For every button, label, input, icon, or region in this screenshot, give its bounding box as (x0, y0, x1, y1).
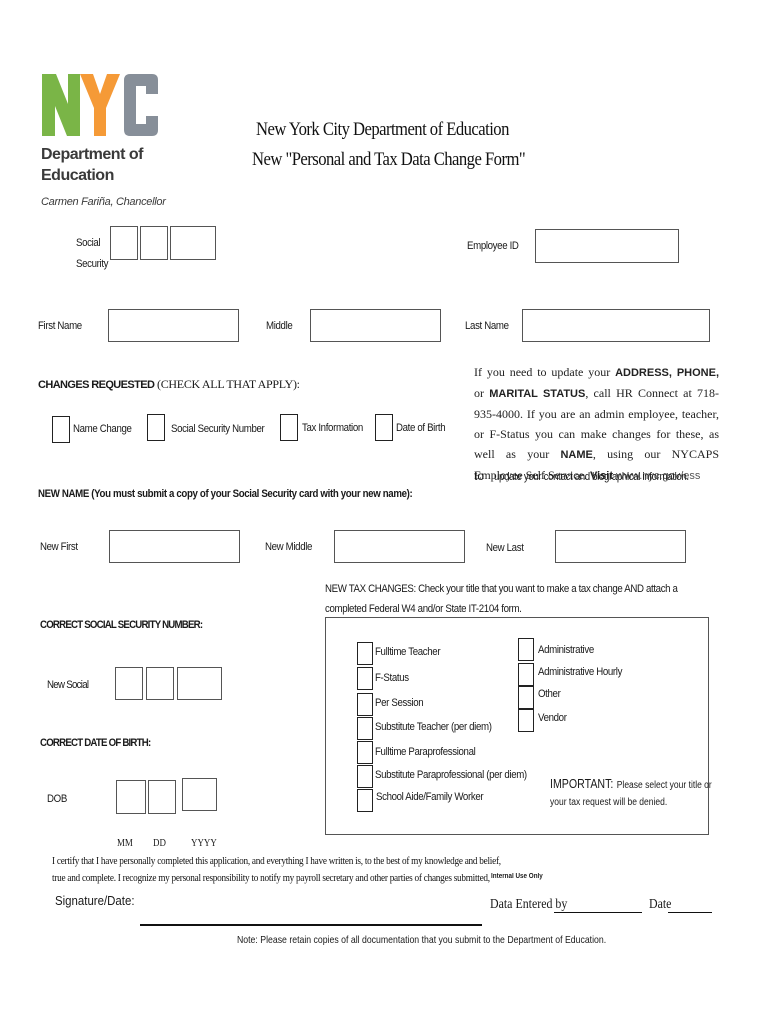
tax-f-status-label: F-Status (375, 672, 409, 684)
new-ssn-part2-input[interactable] (146, 667, 174, 700)
tax-substitute-para-checkbox[interactable] (357, 765, 373, 788)
form-title-line1: New York City Department of Education (256, 120, 509, 140)
new-middle-label: New Middle (265, 541, 313, 553)
ssn-change-label: Social Security Number (171, 423, 265, 435)
dob-change-checkbox[interactable] (375, 414, 393, 441)
correct-ssn-heading: CORRECT SOCIAL SECURITY NUMBER: (40, 619, 203, 631)
certification-line1: I certify that I have personally complet… (52, 856, 501, 867)
employee-id-label: Employee ID (467, 240, 519, 252)
tax-other-checkbox[interactable] (518, 686, 534, 709)
tax-substitute-para-label: Substitute Paraprofessional (per diem) (375, 769, 527, 781)
new-name-heading: NEW NAME (You must submit a copy of your… (38, 488, 413, 500)
important-text: Please select your title or (616, 780, 712, 791)
signature-label: Signature/Date: (55, 893, 135, 908)
tax-school-aide-label: School Aide/Family Worker (376, 791, 484, 803)
dob-change-label: Date of Birth (396, 422, 446, 434)
info-line-to: to update your contact and biographical … (474, 467, 715, 485)
last-name-label: Last Name (465, 320, 509, 332)
middle-name-input[interactable] (310, 309, 441, 342)
signature-line[interactable] (140, 924, 482, 926)
form-title-line2: New "Personal and Tax Data Change Form" (252, 150, 526, 170)
data-entered-label: Data Entered by (490, 897, 568, 912)
employee-id-input[interactable] (535, 229, 679, 263)
internal-date-line (668, 912, 712, 913)
tax-fulltime-para-checkbox[interactable] (357, 741, 373, 764)
dob-label: DOB (47, 793, 67, 805)
first-name-input[interactable] (108, 309, 239, 342)
info-text: or (474, 386, 490, 400)
nyc-logo-mark (42, 74, 158, 136)
new-first-input[interactable] (109, 530, 240, 563)
ssn-part3-input[interactable] (170, 226, 216, 260)
tax-info-label: Tax Information (302, 422, 363, 434)
tax-info-checkbox[interactable] (280, 414, 298, 441)
new-last-input[interactable] (555, 530, 686, 563)
changes-requested-heading: CHANGES REQUESTED (CHECK ALL THAT APPLY)… (38, 375, 300, 393)
tax-fulltime-para-label: Fulltime Paraprofessional (375, 746, 476, 758)
logo-letter-n (42, 74, 80, 136)
dob-month-input[interactable] (116, 780, 146, 814)
name-change-checkbox[interactable] (52, 416, 70, 443)
tax-other-label: Other (538, 688, 561, 700)
new-ssn-part3-input[interactable] (177, 667, 222, 700)
new-last-label: New Last (486, 542, 524, 554)
tax-administrative-checkbox[interactable] (518, 638, 534, 661)
info-update-text: update your contact and biographical inf… (494, 471, 689, 483)
tax-vendor-checkbox[interactable] (518, 709, 534, 732)
logo-chancellor: Carmen Fariña, Chancellor (41, 196, 166, 208)
name-change-label: Name Change (73, 423, 132, 435)
info-bold-name: NAME (560, 449, 593, 461)
new-social-label: New Social (47, 679, 89, 691)
tax-school-aide-checkbox[interactable] (357, 789, 373, 812)
info-to: to (474, 469, 485, 483)
new-middle-input[interactable] (334, 530, 465, 563)
middle-name-label: Middle (266, 320, 293, 332)
important-label: IMPORTANT: (550, 777, 614, 791)
tax-substitute-teacher-label: Substitute Teacher (per diem) (375, 721, 492, 733)
tax-per-session-checkbox[interactable] (357, 693, 373, 716)
retention-note: Note: Please retain copies of all docume… (237, 934, 607, 946)
logo-department-line1: Department of (41, 146, 143, 163)
correct-dob-heading: CORRECT DATE OF BIRTH: (40, 737, 151, 749)
ssn-label-line1: Social (76, 237, 101, 249)
internal-use-label: Internal Use Only (491, 873, 543, 880)
dob-yyyy-caption: YYYY (191, 838, 217, 849)
last-name-input[interactable] (522, 309, 710, 342)
new-ssn-part1-input[interactable] (115, 667, 143, 700)
tax-admin-hourly-label: Administrative Hourly (538, 666, 623, 678)
tax-substitute-teacher-checkbox[interactable] (357, 717, 373, 740)
changes-heading-bold: CHANGES REQUESTED (38, 379, 155, 391)
first-name-label: First Name (38, 320, 82, 332)
dob-dd-caption: DD (153, 838, 166, 849)
info-bold-marital: MARITAL STATUS (489, 388, 586, 400)
certification-line2: true and complete. I recognize my person… (52, 873, 490, 884)
tax-administrative-label: Administrative (538, 644, 594, 656)
tax-f-status-checkbox[interactable] (357, 667, 373, 690)
tax-heading-line1: NEW TAX CHANGES: Check your title that y… (325, 583, 678, 595)
tax-important-notice: IMPORTANT: Please select your title or (550, 775, 712, 793)
important-text-line2: your tax request will be denied. (550, 797, 668, 808)
dob-day-input[interactable] (148, 780, 176, 814)
tax-heading-line2: completed Federal W4 and/or State IT-210… (325, 603, 522, 615)
internal-date-label: Date (649, 897, 672, 912)
info-text: If you need to update your (474, 365, 616, 379)
ssn-part2-input[interactable] (140, 226, 168, 260)
dob-year-input[interactable] (182, 778, 217, 811)
tax-per-session-label: Per Session (375, 697, 424, 709)
ssn-part1-input[interactable] (110, 226, 138, 260)
tax-vendor-label: Vendor (538, 712, 567, 724)
logo-letter-y (80, 74, 120, 136)
ssn-change-checkbox[interactable] (147, 414, 165, 441)
info-bold-address-phone: ADDRESS, PHONE, (615, 367, 720, 379)
logo-department-line2: Education (41, 167, 114, 184)
tax-admin-hourly-checkbox[interactable] (518, 663, 534, 686)
changes-heading-rest: (CHECK ALL THAT APPLY): (154, 377, 300, 391)
logo-letter-c (124, 74, 158, 136)
tax-fulltime-teacher-checkbox[interactable] (357, 642, 373, 665)
data-entered-line (554, 912, 642, 913)
dob-mm-caption: MM (117, 838, 133, 849)
tax-fulltime-teacher-label: Fulltime Teacher (375, 646, 441, 658)
ssn-label-line2: Security (76, 258, 109, 270)
new-first-label: New First (40, 541, 78, 553)
